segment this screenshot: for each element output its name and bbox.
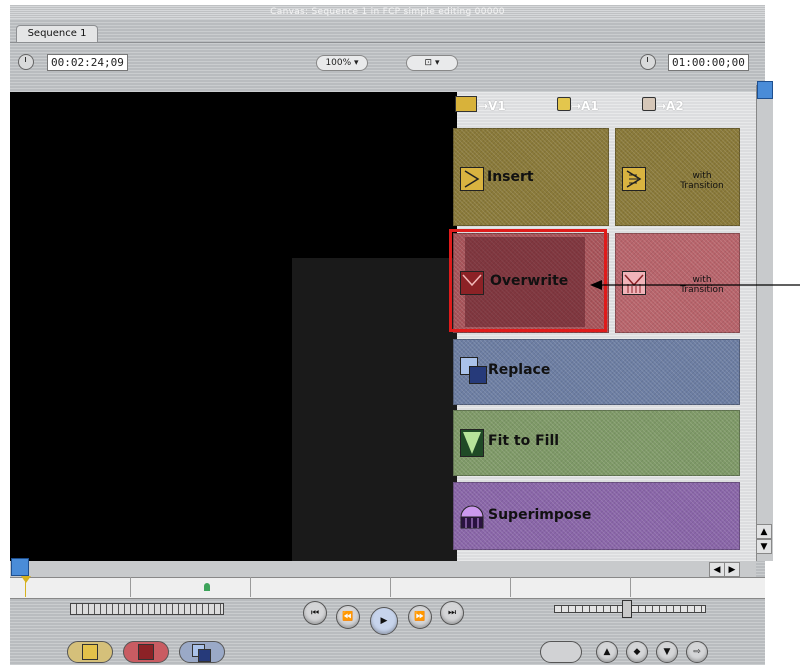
audio-speaker-2-icon[interactable] xyxy=(642,97,656,111)
current-timecode-field[interactable]: 01:00:00;00 xyxy=(668,54,749,71)
play-icon[interactable]: ▶ xyxy=(370,607,398,635)
ruler-tick xyxy=(250,577,251,597)
scroll-right-button[interactable]: ▶ xyxy=(724,562,740,577)
ruler-tick xyxy=(510,577,511,597)
tab-divider xyxy=(10,42,765,43)
track-a1-label: →A1 xyxy=(571,99,599,113)
insert-transition-label: with Transition xyxy=(680,171,724,191)
horizontal-scroll-thumb[interactable] xyxy=(11,558,29,576)
insert-small-icon xyxy=(82,644,98,660)
audio-speaker-icon[interactable] xyxy=(557,97,571,111)
scroll-left-button[interactable]: ◀ xyxy=(709,562,725,577)
fit-to-fill-glyph xyxy=(463,432,481,454)
add-marker-icon[interactable]: ▼ xyxy=(656,641,678,663)
current-time-clock-icon xyxy=(640,54,656,70)
track-a2-label: →A2 xyxy=(656,99,684,113)
overwrite-highlight-box xyxy=(449,229,607,332)
ruler-tick xyxy=(130,577,131,597)
overwrite-edit-button[interactable] xyxy=(123,641,169,663)
zoom-popup[interactable]: 100% ▾ xyxy=(316,55,368,71)
scroll-up-button[interactable]: ▲ xyxy=(756,524,772,539)
add-keyframe-icon[interactable]: ◆ xyxy=(626,641,648,663)
overwrite-small-icon xyxy=(138,644,154,660)
annotation-arrow xyxy=(590,280,800,290)
superimpose-label: Superimpose xyxy=(488,507,592,523)
video-clip-icon[interactable] xyxy=(455,96,477,112)
replace-small-back-icon xyxy=(198,649,211,662)
marker-icon[interactable] xyxy=(204,583,210,591)
view-icon: ⊡ xyxy=(424,58,433,68)
playhead-icon[interactable] xyxy=(21,576,31,583)
ruler-tick xyxy=(390,577,391,597)
shuttle-control[interactable] xyxy=(70,603,224,615)
match-frame-button[interactable] xyxy=(540,641,582,663)
replace-edit-button[interactable] xyxy=(179,641,225,663)
fit-to-fill-icon xyxy=(460,429,484,457)
insert-icon-glyph xyxy=(464,170,480,188)
insert-edit-button[interactable] xyxy=(67,641,113,663)
scroll-thumb[interactable] xyxy=(757,81,773,99)
play-in-to-out-icon[interactable]: ⏪ xyxy=(336,605,360,629)
zoom-label: 100% xyxy=(325,58,352,68)
jog-thumb[interactable] xyxy=(622,600,632,618)
horizontal-scrollbar[interactable] xyxy=(10,561,756,577)
duration-clock-icon xyxy=(18,54,34,70)
duration-timecode-field[interactable]: 00:02:24;09 xyxy=(47,54,128,71)
track-v1-label: →V1 xyxy=(478,99,506,113)
insert-label: Insert xyxy=(487,169,534,185)
insert-icon xyxy=(460,167,484,191)
fit-to-fill-label: Fit to Fill xyxy=(488,433,560,449)
canvas-window: Canvas: Sequence 1 in FCP simple editing… xyxy=(10,5,773,665)
window-title: Canvas: Sequence 1 in FCP simple editing… xyxy=(10,5,765,19)
play-around-icon[interactable]: ⏩ xyxy=(408,605,432,629)
tab-sequence-1[interactable]: Sequence 1 xyxy=(16,25,98,42)
mark-clip-icon[interactable]: ▲ xyxy=(596,641,618,663)
vertical-scrollbar[interactable] xyxy=(756,85,773,561)
go-to-next-edit-icon[interactable]: ⏭ xyxy=(440,601,464,625)
superimpose-glyph xyxy=(460,505,484,529)
replace-label: Replace xyxy=(488,362,551,378)
frame-image-area xyxy=(292,258,457,561)
ruler-tick xyxy=(630,577,631,597)
playhead-line xyxy=(25,581,26,597)
insert-transition-glyph xyxy=(626,170,642,188)
superimpose-icon xyxy=(459,504,485,530)
timeline-ruler[interactable] xyxy=(10,577,765,599)
insert-transition-icon xyxy=(622,167,646,191)
scroll-down-button[interactable]: ▼ xyxy=(756,539,772,554)
export-icon[interactable]: ⇨ xyxy=(686,641,708,663)
view-popup[interactable]: ⊡ ▾ xyxy=(406,55,458,71)
replace-icon-back xyxy=(469,366,487,384)
go-to-previous-edit-icon[interactable]: ⏮ xyxy=(303,601,327,625)
